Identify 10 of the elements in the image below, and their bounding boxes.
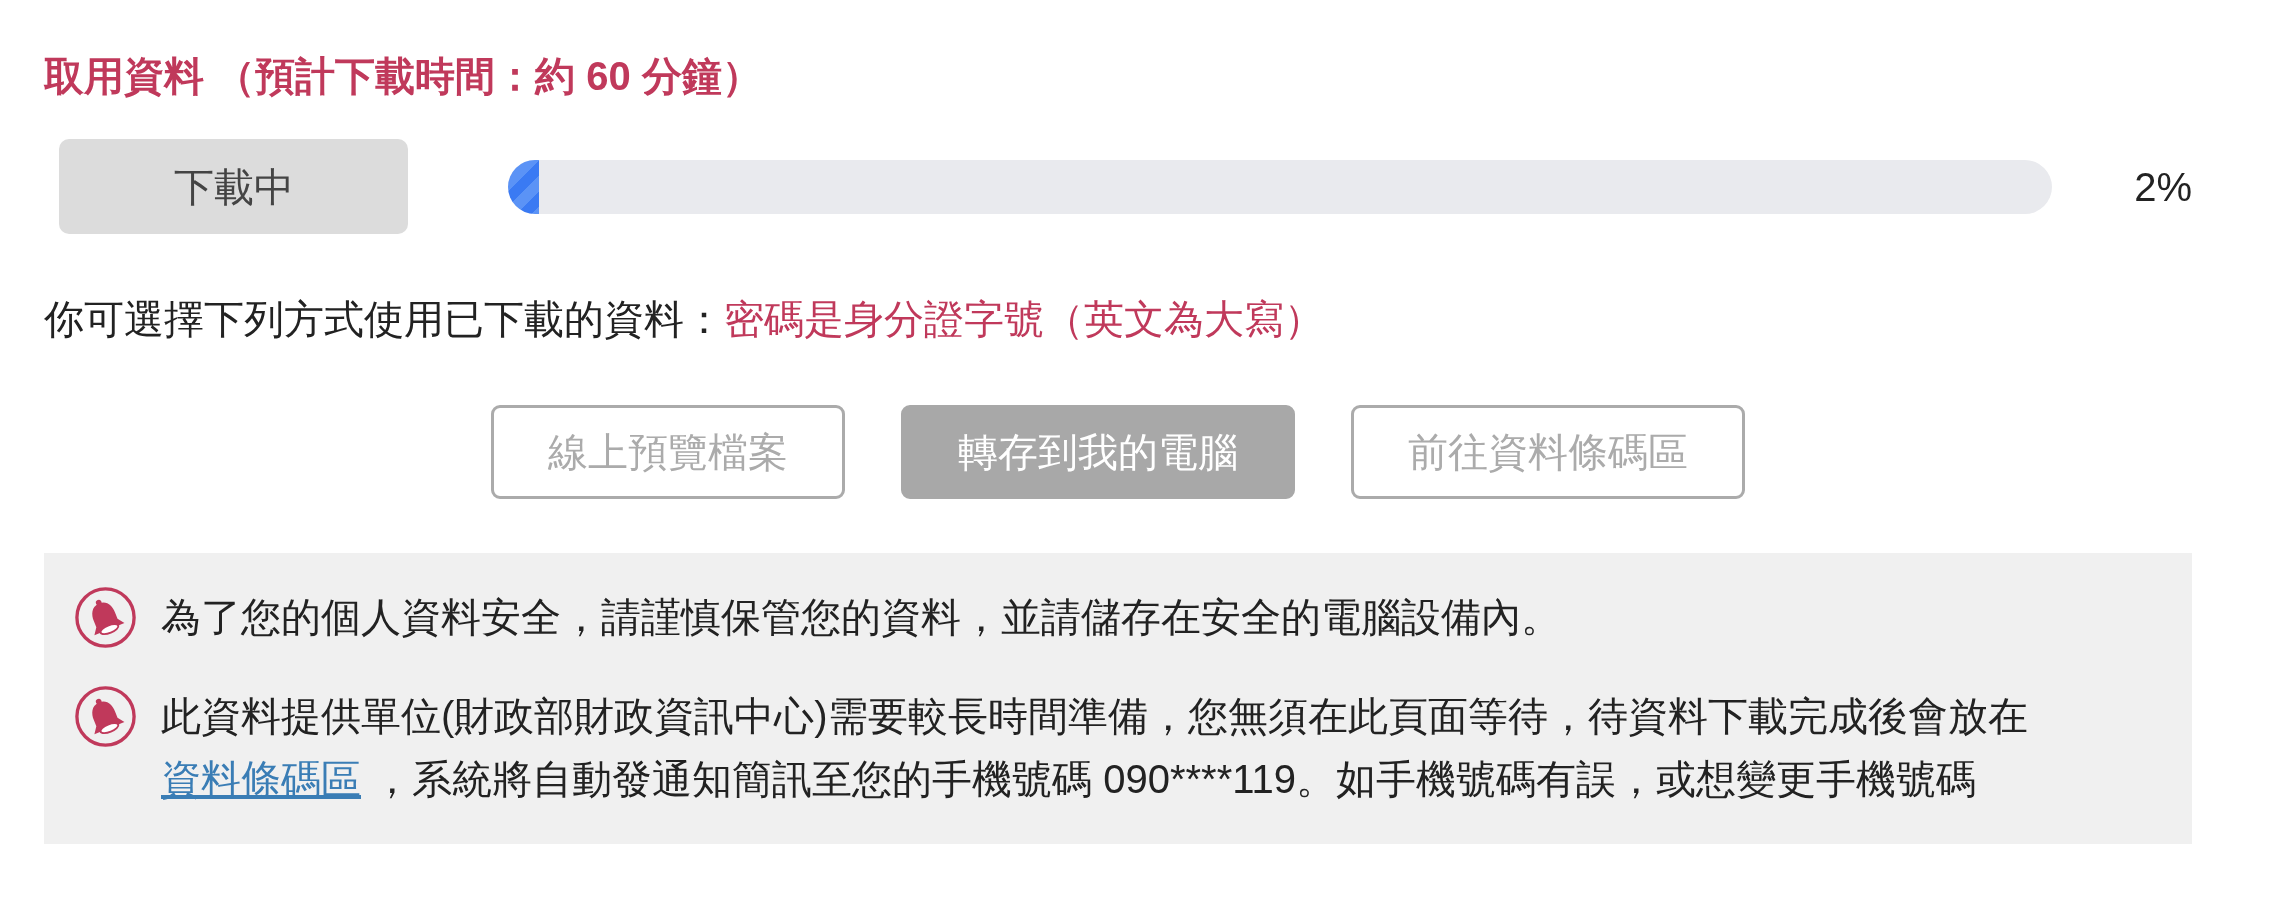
downloading-button[interactable]: 下載中 [59, 139, 408, 234]
progress-percent: 2% [2134, 163, 2192, 211]
notice-link[interactable]: 資料條碼區 [161, 757, 361, 801]
section-title: 取用資料 （預計下載時間：約 60 分鐘） [44, 53, 763, 100]
instruction-text: 你可選擇下列方式使用已下載的資料： [44, 296, 724, 343]
bell-icon [75, 587, 136, 648]
notice-text: 此資料提供單位(財政部財政資訊中心)需要較長時間準備，您無須在此頁面等待，待資料下載完成後會放在 資料條碼區 ，系統將自動發通知簡訊至您的手機號碼 090****119。如手機號碼有誤，或想變更手機號碼 [161, 693, 2029, 803]
password-note: 密碼是身分證字號（英文為大寫） [724, 296, 1324, 343]
bell-icon [75, 686, 136, 747]
notice-text: 為了您的個人資料安全，請謹慎保管您的資料，並請儲存在安全的電腦設備內。 [161, 594, 1562, 641]
